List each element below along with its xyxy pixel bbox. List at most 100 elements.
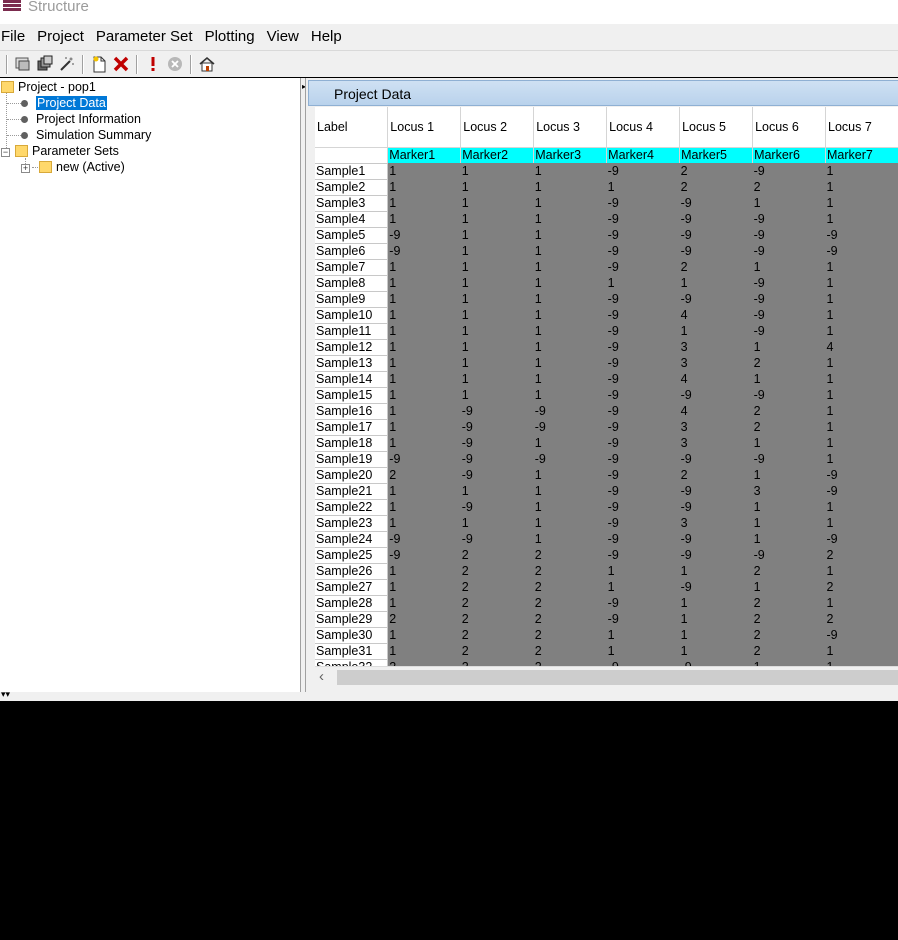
data-cell[interactable]: 2 (387, 611, 461, 627)
row-label[interactable]: Sample30 (315, 627, 389, 644)
stop-icon[interactable] (164, 54, 186, 74)
data-cell[interactable]: 2 (825, 611, 898, 627)
data-cell[interactable]: 2 (752, 611, 826, 627)
data-cell[interactable]: 2 (533, 643, 607, 659)
row-label[interactable]: Sample26 (315, 563, 389, 580)
data-cell[interactable]: 1 (460, 515, 534, 531)
row-label[interactable]: Sample17 (315, 419, 389, 436)
data-cell[interactable]: -9 (679, 659, 753, 666)
row-label[interactable]: Sample4 (315, 211, 389, 228)
data-cell[interactable]: 1 (606, 563, 680, 579)
marker-cell[interactable]: Marker4 (606, 147, 681, 163)
data-cell[interactable]: 1 (533, 259, 607, 275)
data-cell[interactable]: 1 (752, 195, 826, 211)
row-label[interactable]: Sample3 (315, 195, 389, 212)
data-cell[interactable]: 1 (679, 611, 753, 627)
marker-cell[interactable]: Marker2 (460, 147, 535, 163)
horizontal-scrollbar[interactable]: ‹ (315, 666, 898, 687)
data-cell[interactable]: 1 (533, 339, 607, 355)
row-label[interactable]: Sample22 (315, 499, 389, 516)
data-cell[interactable]: -9 (825, 243, 898, 259)
data-cell[interactable]: 1 (825, 403, 898, 419)
data-cell[interactable]: 1 (825, 323, 898, 339)
data-cell[interactable]: 1 (533, 499, 607, 515)
data-cell[interactable]: -9 (606, 467, 680, 483)
row-label[interactable]: Sample32 (315, 659, 389, 666)
data-cell[interactable]: 1 (387, 163, 461, 179)
data-cell[interactable]: 2 (752, 419, 826, 435)
data-cell[interactable]: 1 (533, 291, 607, 307)
data-cell[interactable]: 3 (679, 515, 753, 531)
data-cell[interactable]: 1 (460, 227, 534, 243)
data-cell[interactable]: 1 (752, 435, 826, 451)
data-cell[interactable]: 2 (533, 595, 607, 611)
row-label[interactable]: Sample13 (315, 355, 389, 372)
data-cell[interactable]: -9 (606, 291, 680, 307)
data-cell[interactable]: 1 (679, 563, 753, 579)
data-cell[interactable]: 1 (460, 275, 534, 291)
data-cell[interactable]: -9 (752, 163, 826, 179)
data-cell[interactable]: 2 (679, 259, 753, 275)
data-cell[interactable]: -9 (679, 531, 753, 547)
data-cell[interactable]: 2 (752, 179, 826, 195)
data-cell[interactable]: 2 (460, 659, 534, 666)
column-header-label[interactable]: Label (315, 107, 389, 148)
menu-view[interactable]: View (261, 24, 305, 50)
data-cell[interactable]: 1 (387, 259, 461, 275)
data-cell[interactable]: 1 (387, 275, 461, 291)
data-cell[interactable]: 1 (825, 419, 898, 435)
data-cell[interactable]: -9 (606, 163, 680, 179)
data-cell[interactable]: 1 (825, 563, 898, 579)
data-cell[interactable]: 1 (533, 467, 607, 483)
menu-help[interactable]: Help (305, 24, 348, 50)
data-cell[interactable]: -9 (460, 451, 534, 467)
data-cell[interactable]: 1 (533, 211, 607, 227)
data-cell[interactable]: 1 (825, 259, 898, 275)
data-cell[interactable]: 2 (460, 595, 534, 611)
data-cell[interactable]: -9 (606, 611, 680, 627)
data-cell[interactable]: 2 (533, 579, 607, 595)
data-cell[interactable]: 1 (752, 467, 826, 483)
data-cell[interactable]: 1 (387, 179, 461, 195)
data-cell[interactable]: 1 (387, 435, 461, 451)
data-cell[interactable]: -9 (606, 531, 680, 547)
column-header-locus[interactable]: Locus 7 (825, 107, 898, 148)
data-cell[interactable]: 2 (460, 579, 534, 595)
data-cell[interactable]: -9 (752, 307, 826, 323)
data-cell[interactable]: 1 (460, 323, 534, 339)
data-cell[interactable]: 1 (825, 435, 898, 451)
data-cell[interactable]: 1 (825, 275, 898, 291)
data-cell[interactable]: 4 (679, 403, 753, 419)
data-cell[interactable]: 1 (387, 307, 461, 323)
data-cell[interactable]: 1 (533, 515, 607, 531)
data-cell[interactable]: -9 (825, 227, 898, 243)
data-cell[interactable]: 1 (533, 195, 607, 211)
row-label[interactable]: Sample2 (315, 179, 389, 196)
tree-item-new-active[interactable]: + new (Active) (21, 159, 125, 175)
data-cell[interactable]: -9 (460, 403, 534, 419)
resize-arrow-icon[interactable]: ▾▾ (1, 689, 10, 700)
data-cell[interactable]: 1 (387, 643, 461, 659)
run-icon[interactable] (142, 54, 164, 74)
data-cell[interactable]: -9 (606, 371, 680, 387)
marker-cell[interactable]: Marker3 (533, 147, 608, 163)
data-cell[interactable]: 1 (387, 371, 461, 387)
row-label[interactable]: Sample5 (315, 227, 389, 244)
data-cell[interactable]: 2 (679, 163, 753, 179)
data-cell[interactable]: 1 (387, 627, 461, 643)
data-cell[interactable]: 1 (460, 211, 534, 227)
row-label[interactable]: Sample18 (315, 435, 389, 452)
data-cell[interactable]: 1 (460, 179, 534, 195)
data-cell[interactable]: 1 (387, 323, 461, 339)
data-cell[interactable]: 1 (387, 211, 461, 227)
data-cell[interactable]: 1 (533, 307, 607, 323)
data-cell[interactable]: 1 (752, 371, 826, 387)
data-cell[interactable]: -9 (752, 323, 826, 339)
tree-item-project-information[interactable]: Project Information (21, 111, 141, 127)
data-cell[interactable]: 1 (606, 179, 680, 195)
data-cell[interactable]: -9 (679, 387, 753, 403)
data-cell[interactable]: -9 (606, 355, 680, 371)
data-cell[interactable]: 1 (460, 307, 534, 323)
data-cell[interactable]: 1 (460, 291, 534, 307)
data-cell[interactable]: 1 (533, 227, 607, 243)
